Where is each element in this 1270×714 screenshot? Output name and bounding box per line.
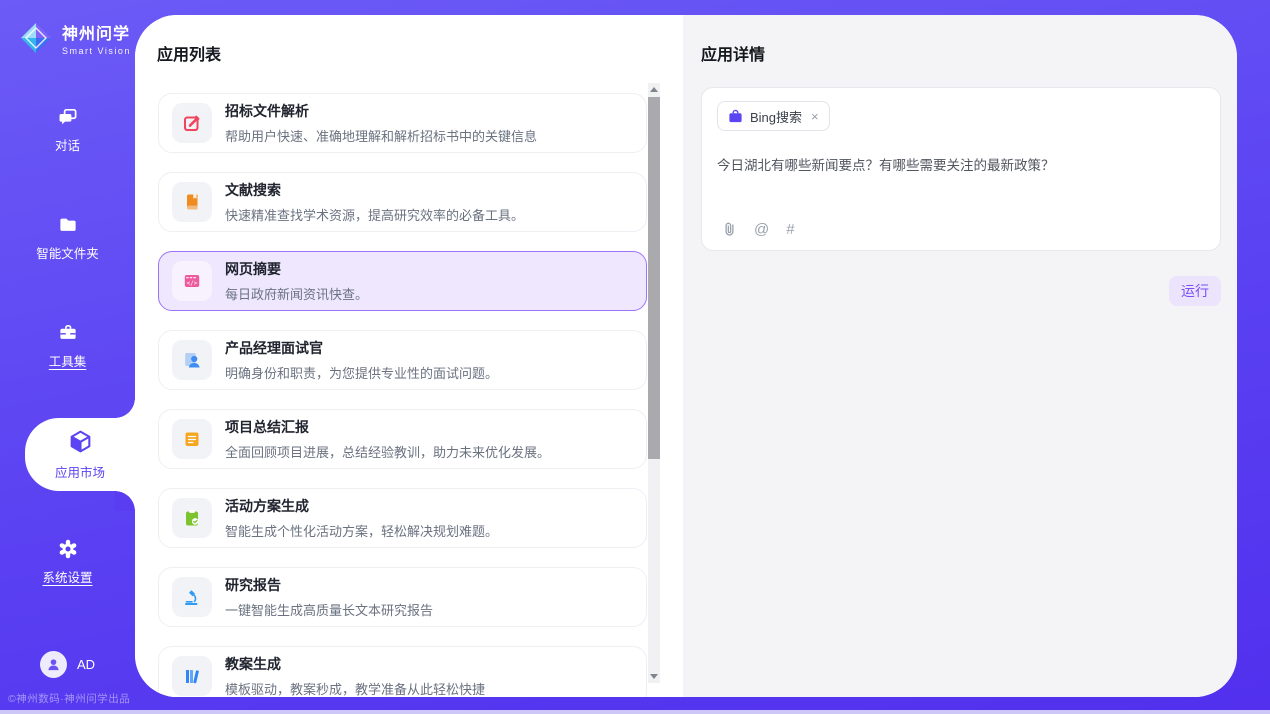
app-description: 智能生成个性化活动方案，轻松解决规划难题。 <box>225 521 498 540</box>
sidebar-item-label: 工具集 <box>49 351 87 370</box>
app-description: 快速精准查找学术资源，提高研究效率的必备工具。 <box>225 205 524 224</box>
microscope-icon <box>182 587 202 607</box>
app-description: 一键智能生成高质量长文本研究报告 <box>225 600 433 619</box>
brand-logo: 神州问学 Smart Vision <box>0 0 135 60</box>
run-button[interactable]: 运行 <box>1169 276 1221 306</box>
app-title: 项目总结汇报 <box>225 417 550 437</box>
app-card-project-summary-report[interactable]: 项目总结汇报 全面回顾项目进展，总结经验教训，助力未来优化发展。 <box>158 409 647 469</box>
toolbox-icon <box>55 322 81 344</box>
app-icon-box <box>172 103 212 143</box>
app-description: 每日政府新闻资讯快查。 <box>225 284 368 303</box>
browser-code-icon: </> <box>182 271 202 291</box>
paperclip-icon[interactable] <box>722 221 737 237</box>
app-shell: 神州问学 Smart Vision 对话 智能文件夹 <box>0 0 1270 714</box>
content-frame: 应用列表 招标文件解析 帮助用户快速、准确地理解和解析招标书中的关键信息 <box>135 15 1237 697</box>
edit-square-icon <box>182 113 202 133</box>
app-icon-box <box>172 498 212 538</box>
sidebar-item-label: 智能文件夹 <box>36 243 99 262</box>
app-list-title: 应用列表 <box>157 41 683 65</box>
app-card-literature-search[interactable]: 文献搜索 快速精准查找学术资源，提高研究效率的必备工具。 <box>158 172 647 232</box>
sidebar-item-label: 对话 <box>55 135 80 154</box>
prompt-composer[interactable]: Bing搜索 × 今日湖北有哪些新闻要点？有哪些需要关注的最新政策？ @ # <box>701 87 1221 251</box>
app-title: 活动方案生成 <box>225 496 498 516</box>
scroll-up-icon[interactable] <box>648 83 660 96</box>
clipboard-check-icon <box>182 508 202 528</box>
app-description: 帮助用户快速、准确地理解和解析招标书中的关键信息 <box>225 126 537 145</box>
gear-icon <box>55 538 81 560</box>
diamond-logo-icon <box>18 20 54 56</box>
app-card-research-report[interactable]: 研究报告 一键智能生成高质量长文本研究报告 <box>158 567 647 627</box>
clipboard-icon <box>182 429 202 449</box>
user-initials: AD <box>77 657 95 672</box>
app-title: 文献搜索 <box>225 180 524 200</box>
list-scrollbar[interactable] <box>648 83 660 683</box>
app-icon-box <box>172 577 212 617</box>
app-description: 全面回顾项目进展，总结经验教训，助力未来优化发展。 <box>225 442 550 461</box>
app-card-event-plan-generation[interactable]: 活动方案生成 智能生成个性化活动方案，轻松解决规划难题。 <box>158 488 647 548</box>
interviewer-icon <box>182 350 202 370</box>
app-title: 产品经理面试官 <box>225 338 498 358</box>
svg-text:</>: </> <box>187 280 198 287</box>
chat-icon <box>55 106 81 128</box>
sidebar-item-chat[interactable]: 对话 <box>0 106 135 154</box>
app-icon-box <box>172 340 212 380</box>
app-title: 招标文件解析 <box>225 101 537 121</box>
app-card-webpage-summary[interactable]: </> 网页摘要 每日政府新闻资讯快查。 <box>158 251 647 311</box>
briefcase-icon <box>728 109 743 124</box>
app-detail-panel: 应用详情 Bing搜索 × 今日湖北有哪些新闻要点？有哪些需要关注的最新政策？ … <box>683 15 1237 697</box>
app-title: 网页摘要 <box>225 259 368 279</box>
books-icon <box>182 666 202 686</box>
app-description: 明确身份和职责，为您提供专业性的面试问题。 <box>225 363 498 382</box>
app-icon-box: </> <box>172 261 212 301</box>
sidebar-item-smart-folders[interactable]: 智能文件夹 <box>0 214 135 262</box>
brand-name: 神州问学 <box>62 20 131 44</box>
app-list-panel: 应用列表 招标文件解析 帮助用户快速、准确地理解和解析招标书中的关键信息 <box>135 15 683 697</box>
avatar <box>40 651 67 678</box>
book-icon <box>182 192 202 212</box>
composer-toolbar: @ # <box>722 221 795 237</box>
app-icon-box <box>172 656 212 696</box>
scrollbar-thumb[interactable] <box>648 97 660 459</box>
app-title: 教案生成 <box>225 654 485 674</box>
sidebar-item-label: 系统设置 <box>42 567 92 586</box>
brand-subtitle: Smart Vision <box>62 46 131 56</box>
scroll-down-icon[interactable] <box>648 670 660 683</box>
copyright-footer: ©神州数码·神州问学出品 <box>8 691 130 706</box>
prompt-text[interactable]: 今日湖北有哪些新闻要点？有哪些需要关注的最新政策？ <box>717 156 1205 176</box>
person-icon <box>46 657 61 672</box>
bottom-edge-strip <box>0 710 1270 714</box>
sidebar-item-settings[interactable]: 系统设置 <box>0 538 135 586</box>
app-description: 模板驱动，教案秒成，教学准备从此轻松快捷 <box>225 679 485 697</box>
tool-tag-label: Bing搜索 <box>750 107 802 126</box>
app-icon-box <box>172 419 212 459</box>
app-card-pm-interviewer[interactable]: 产品经理面试官 明确身份和职责，为您提供专业性的面试问题。 <box>158 330 647 390</box>
app-icon-box <box>172 182 212 222</box>
tool-tag-bing-search[interactable]: Bing搜索 × <box>717 101 830 131</box>
app-detail-title: 应用详情 <box>701 41 1221 65</box>
sidebar-item-toolset[interactable]: 工具集 <box>0 322 135 370</box>
cube-icon <box>67 428 94 455</box>
sidebar: 神州问学 Smart Vision 对话 智能文件夹 <box>0 0 135 714</box>
app-card-bid-document-parsing[interactable]: 招标文件解析 帮助用户快速、准确地理解和解析招标书中的关键信息 <box>158 93 647 153</box>
sidebar-item-label: 应用市场 <box>55 462 105 481</box>
app-card-lesson-plan-generation[interactable]: 教案生成 模板驱动，教案秒成，教学准备从此轻松快捷 <box>158 646 647 697</box>
run-row: 运行 <box>701 276 1221 306</box>
tag-close-icon[interactable]: × <box>811 109 819 124</box>
sidebar-nav: 对话 智能文件夹 工具集 <box>0 106 135 586</box>
sidebar-item-app-market[interactable]: 应用市场 <box>25 418 135 491</box>
app-list: 招标文件解析 帮助用户快速、准确地理解和解析招标书中的关键信息 文献搜索 <box>158 93 647 697</box>
folder-icon <box>55 214 81 236</box>
app-title: 研究报告 <box>225 575 433 595</box>
hash-icon[interactable]: # <box>786 222 794 237</box>
mention-icon[interactable]: @ <box>754 222 769 237</box>
user-account[interactable]: AD <box>0 651 135 678</box>
